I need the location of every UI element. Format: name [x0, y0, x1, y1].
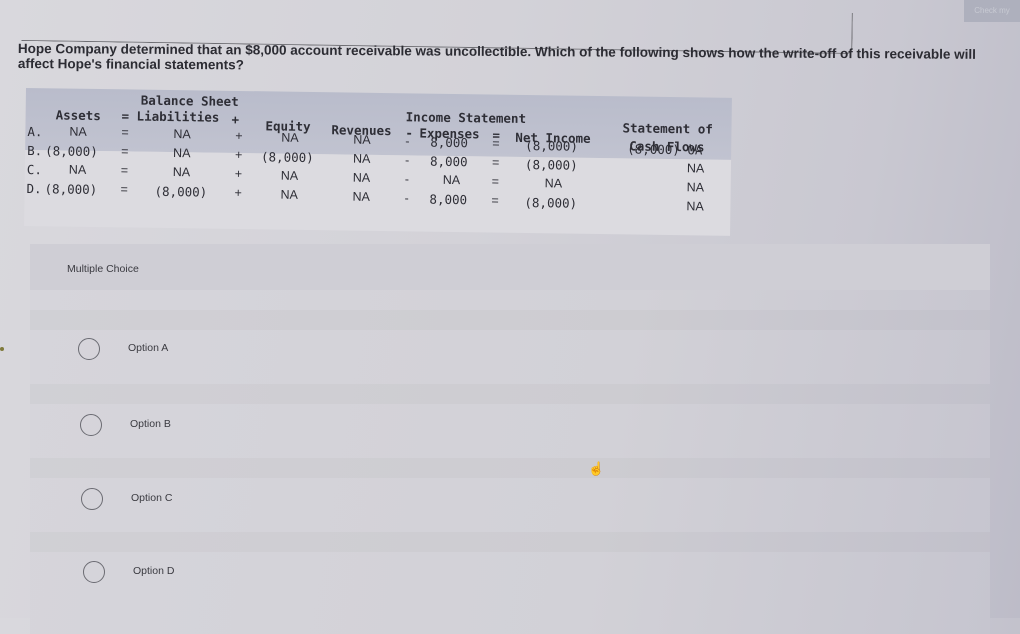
op-equals: = [121, 144, 129, 159]
op-plus: + [234, 166, 243, 182]
cell-cash-flows: NA [686, 180, 705, 195]
header-assets: Assets [55, 107, 101, 124]
row-divider [30, 310, 990, 330]
cell-liabilities: NA [173, 127, 191, 142]
option-label[interactable]: Option B [130, 418, 171, 430]
option-label[interactable]: Option A [128, 342, 168, 354]
row-divider [30, 532, 990, 552]
radio-button-icon[interactable] [83, 561, 105, 583]
cell-assets: (8,000) [45, 143, 98, 160]
radio-button-icon[interactable] [78, 338, 100, 360]
cell-revenues: NA [352, 189, 370, 204]
cell-equity: NA [280, 187, 299, 202]
op-minus: - [404, 191, 409, 206]
cell-liabilities: (8,000) [154, 183, 208, 200]
op-minus: - [404, 172, 410, 187]
cell-expenses: 8,000 [429, 191, 468, 208]
cell-equity: NA [281, 130, 299, 145]
row-letter: C. [26, 162, 43, 178]
row-divider [30, 384, 990, 404]
balance-sheet-title: Balance Sheet [140, 92, 239, 109]
cash-flow-title-line1: Statement of [622, 120, 713, 137]
op-equals: = [120, 163, 129, 178]
cell-cash-flows: NA [686, 161, 705, 176]
op-equals: = [121, 125, 129, 140]
cell-revenues: NA [352, 170, 371, 185]
cell-liabilities: NA [172, 165, 191, 180]
row-letter: A. [27, 124, 43, 140]
op-minus: - [404, 153, 410, 168]
cell-expenses: 8,000 [430, 134, 469, 151]
radio-button-icon[interactable] [80, 414, 102, 436]
cell-net-income: (8,000) [524, 156, 578, 173]
option-label[interactable]: Option D [133, 565, 174, 577]
cell-net-income: (8,000) [524, 194, 578, 211]
op-plus: + [235, 128, 243, 144]
cell-assets: (8,000) [44, 181, 98, 198]
option-d[interactable]: Option D [83, 561, 963, 601]
op-equals: = [491, 155, 500, 170]
multiple-choice-panel: Multiple Choice Option A Option B Option… [30, 244, 990, 634]
cell-assets: NA [68, 162, 87, 177]
op-minus: - [405, 134, 410, 149]
table-header: Balance Sheet Income Statement Statement… [25, 88, 732, 160]
question-text: Hope Company determined that an $8,000 a… [17, 41, 976, 73]
op-plus: + [234, 185, 242, 201]
cell-net-income: (8,000) [525, 137, 579, 154]
cell-cash-flows: (8,000) OA [627, 141, 703, 158]
cell-revenues: NA [353, 132, 371, 147]
income-statement-title: Income Statement [405, 109, 527, 126]
op-equals: = [491, 174, 500, 189]
option-label[interactable]: Option C [131, 492, 172, 504]
multiple-choice-label: Multiple Choice [67, 263, 139, 275]
multiple-choice-header: Multiple Choice [30, 244, 990, 290]
cell-revenues: NA [352, 151, 371, 166]
header-liabilities: Liabilities [136, 108, 220, 125]
op-plus: + [234, 147, 243, 163]
radio-button-icon[interactable] [81, 488, 103, 510]
option-c[interactable]: Option C [81, 488, 961, 528]
row-divider [30, 458, 990, 478]
op-equals: = [120, 182, 129, 197]
header-equals: = [121, 108, 130, 124]
cell-expenses: 8,000 [429, 153, 468, 170]
row-letter: B. [27, 143, 43, 159]
op-equals: = [492, 136, 500, 151]
side-marker [0, 347, 4, 351]
cell-net-income: NA [544, 176, 563, 191]
table-body: A. NA = NA + NA NA - 8,000 = (8,000) (8,… [24, 124, 732, 236]
cell-assets: NA [69, 124, 87, 139]
op-equals: = [491, 193, 499, 208]
cell-cash-flows: NA [686, 199, 704, 214]
row-letter: D. [26, 181, 42, 197]
option-b[interactable]: Option B [80, 414, 960, 454]
header-plus: + [231, 111, 240, 127]
cell-liabilities: NA [173, 146, 191, 161]
cell-equity: (8,000) [260, 149, 314, 166]
cell-expenses: NA [442, 172, 461, 188]
cell-equity: NA [280, 168, 299, 183]
hand-pointer-cursor-icon: ☝ [588, 461, 605, 476]
financial-statements-table: Balance Sheet Income Statement Statement… [24, 88, 732, 236]
check-my-work-button[interactable]: Check my [964, 0, 1020, 22]
option-a[interactable]: Option A [78, 338, 958, 378]
